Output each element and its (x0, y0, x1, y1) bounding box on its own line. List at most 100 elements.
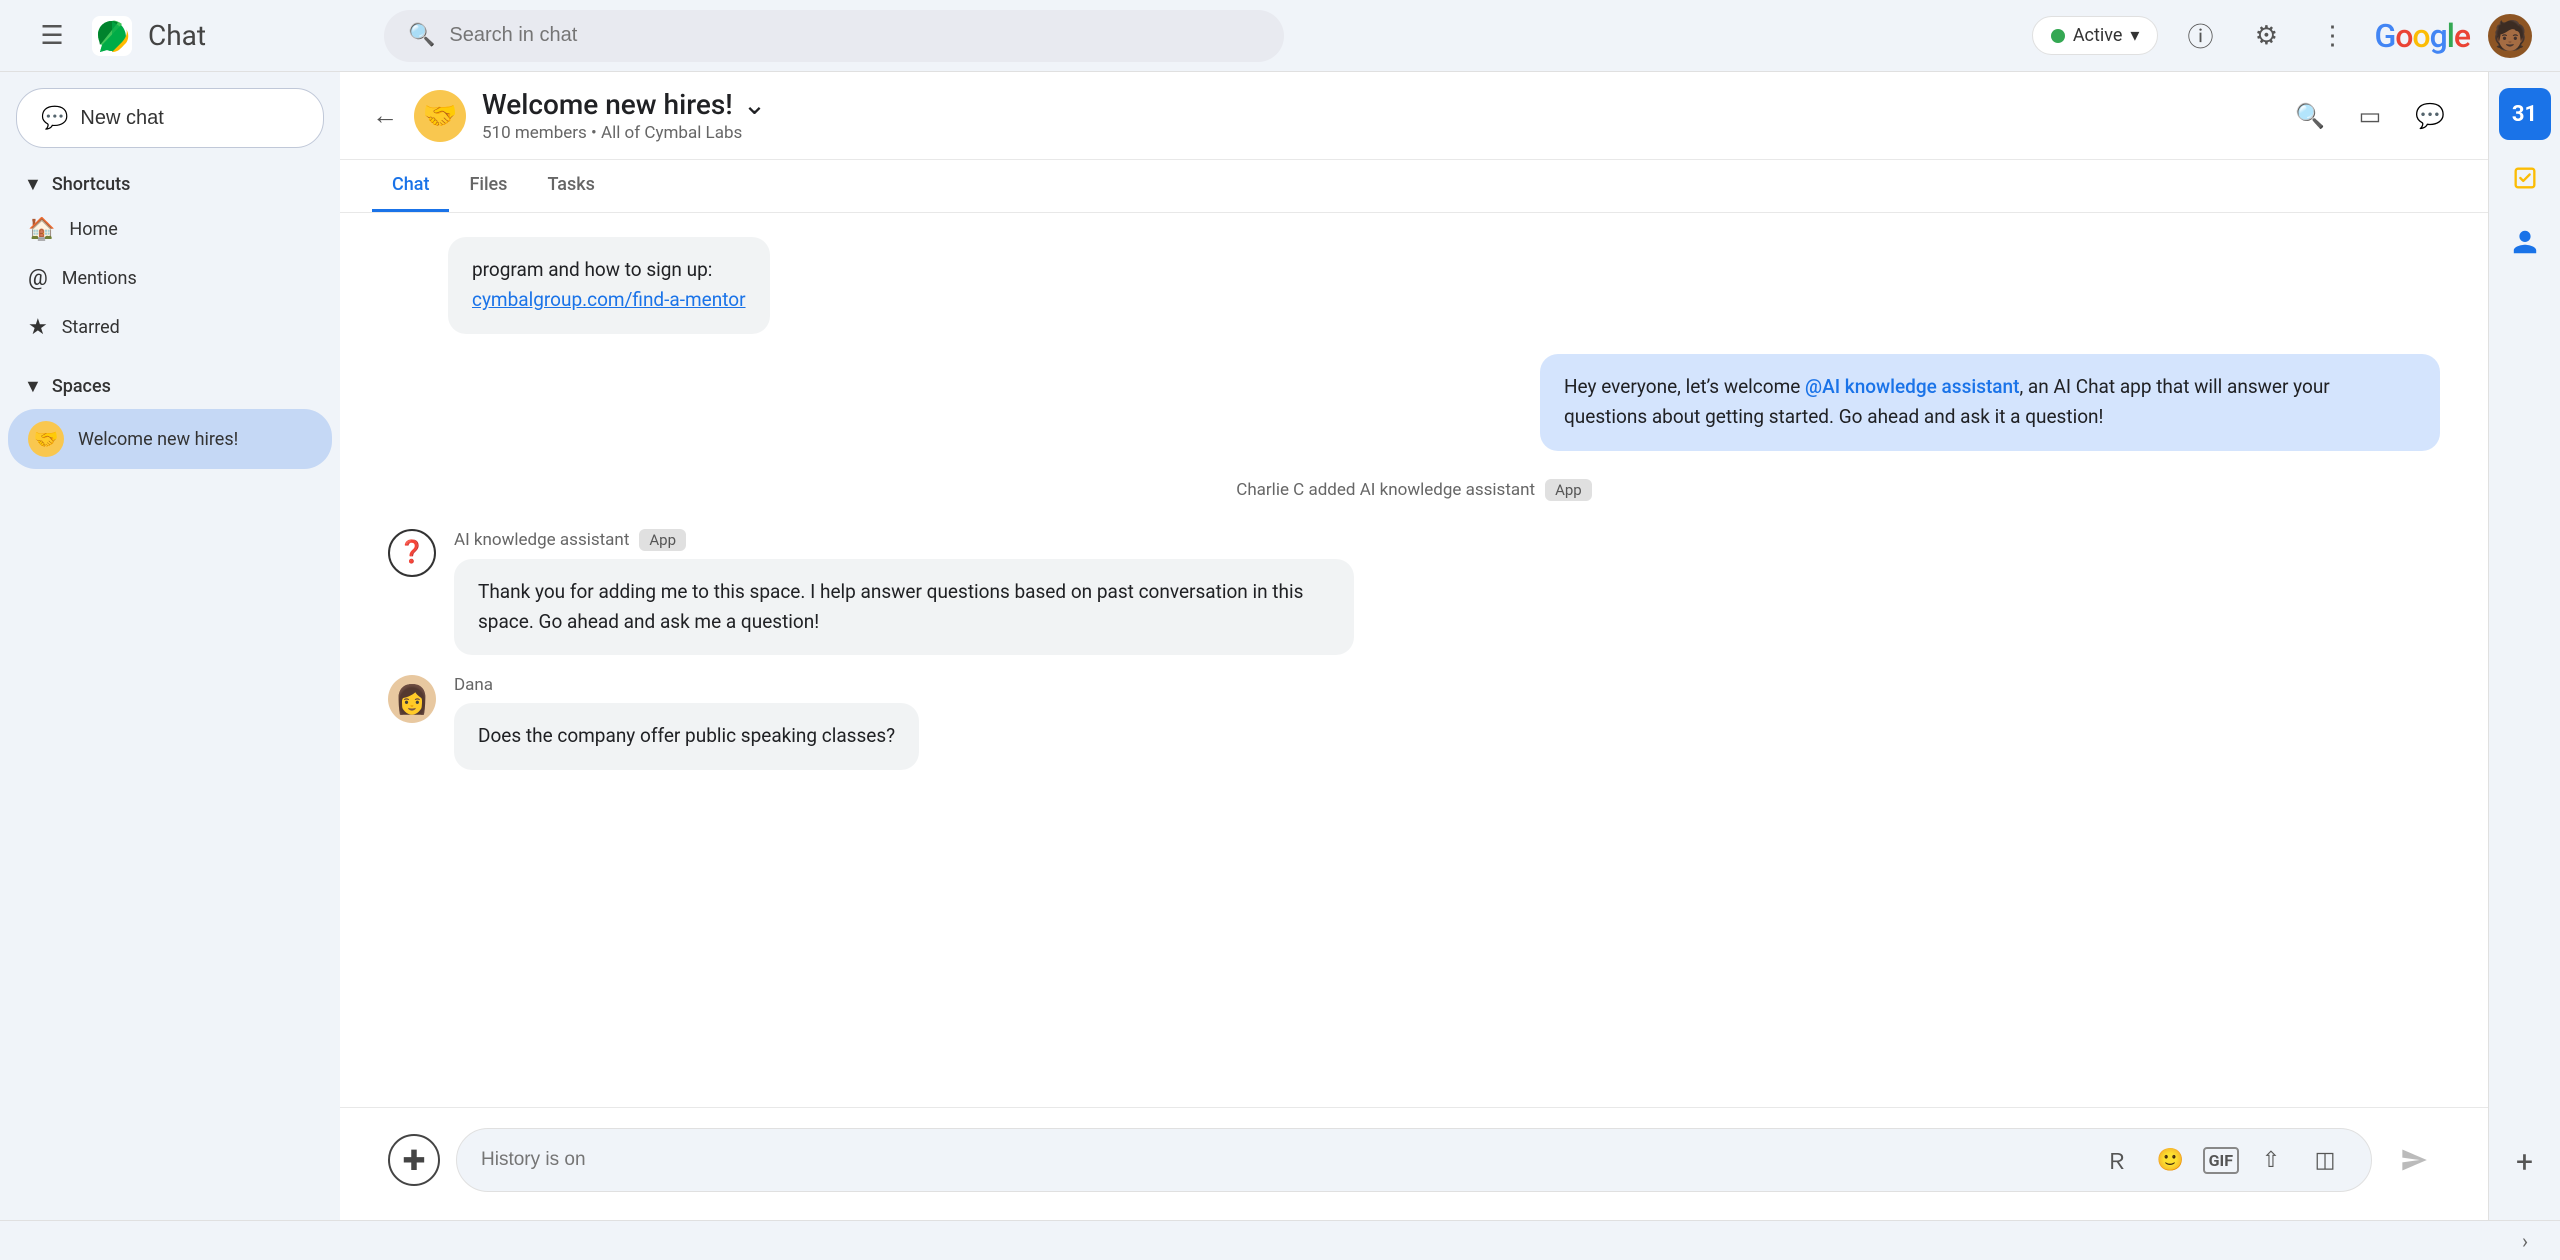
home-label: Home (69, 219, 117, 240)
spaces-list: 🤝 Welcome new hires! (0, 409, 340, 469)
tab-chat[interactable]: Chat (372, 160, 449, 212)
partial-text: program and how to sign up: (472, 258, 712, 281)
top-bar-left: ☰ Chat (28, 12, 368, 60)
ai-sender: AI knowledge assistant App (454, 529, 1354, 551)
ai-app-tag: App (639, 529, 686, 551)
apps-grid-icon[interactable]: ⋮ (2308, 12, 2356, 60)
search-input[interactable] (449, 24, 1260, 47)
dana-msg-content: Dana Does the company offer public speak… (454, 675, 919, 769)
chat-header-info: Welcome new hires! ⌄ 510 members • All o… (482, 88, 766, 143)
message-input[interactable] (481, 1149, 2079, 1171)
emoji-icon[interactable]: 🙂 (2149, 1138, 2193, 1182)
starred-icon: ★ (28, 315, 48, 340)
spaces-section-header[interactable]: ▼ Spaces (0, 364, 340, 409)
back-button[interactable]: ← (372, 100, 398, 131)
bottom-bar: › (0, 1220, 2560, 1260)
shortcuts-label: Shortcuts (52, 174, 131, 195)
system-message: Charlie C added AI knowledge assistant A… (388, 471, 2440, 509)
input-box[interactable]: Ｒ 🙂 GIF ⇧ ◫ (456, 1128, 2372, 1192)
google-logo: Google (2374, 17, 2470, 55)
sidebar-item-mentions[interactable]: @ Mentions (8, 254, 332, 303)
dana-message-row: 👩 Dana Does the company offer public spe… (388, 675, 2440, 769)
gif-icon[interactable]: GIF (2203, 1147, 2239, 1174)
welcome-space-emoji: 🤝 (28, 421, 64, 457)
bottom-chevron-icon[interactable]: › (2522, 1229, 2528, 1253)
input-area: ✚ Ｒ 🙂 GIF ⇧ ◫ (340, 1107, 2488, 1220)
app-tag-system: App (1545, 479, 1592, 501)
user-avatar[interactable]: 🧑🏾 (2488, 14, 2532, 58)
app-name-label: Chat (148, 19, 206, 52)
mentor-link[interactable]: cymbalgroup.com/find-a-mentor (472, 288, 746, 311)
sidebar-item-welcome-space[interactable]: 🤝 Welcome new hires! (8, 409, 332, 469)
chat-subtitle: 510 members • All of Cymbal Labs (482, 123, 766, 143)
ai-sender-name: AI knowledge assistant (454, 530, 629, 550)
settings-icon[interactable]: ⚙ (2242, 12, 2290, 60)
calendar-icon[interactable]: 31 (2499, 88, 2551, 140)
system-text: Charlie C added AI knowledge assistant (1236, 480, 1535, 500)
upload-icon[interactable]: ⇧ (2249, 1138, 2293, 1182)
shortcuts-chevron-icon: ▼ (24, 174, 42, 195)
send-button[interactable] (2388, 1134, 2440, 1186)
video-call-button[interactable]: ▭ (2344, 90, 2396, 142)
active-dot (2051, 29, 2065, 43)
people-icon[interactable] (2499, 216, 2551, 268)
messages-area: program and how to sign up: cymbalgroup.… (340, 213, 2488, 1107)
main-layout: 💬 New chat ▼ Shortcuts 🏠 Home @ Mentions… (0, 72, 2560, 1220)
new-chat-button[interactable]: 💬 New chat (16, 88, 324, 148)
message-group-user: Hey everyone, let’s welcome @AI knowledg… (388, 354, 2440, 451)
mentions-label: Mentions (62, 268, 137, 289)
shortcuts-header[interactable]: ▼ Shortcuts (8, 164, 332, 205)
tasks-icon[interactable] (2499, 152, 2551, 204)
dana-sender-name: Dana (454, 675, 493, 695)
chat-title-text: Welcome new hires! (482, 88, 733, 121)
video-add-icon[interactable]: ◫ (2303, 1138, 2347, 1182)
add-widget-button[interactable]: + (2499, 1136, 2551, 1188)
threads-button[interactable]: 💬 (2404, 90, 2456, 142)
help-icon[interactable]: ⓘ (2176, 12, 2224, 60)
search-icon: 🔍 (408, 23, 435, 48)
spaces-label: Spaces (52, 376, 111, 397)
home-icon: 🏠 (28, 217, 55, 242)
top-bar: ☰ Chat 🔍 Active ▾ ⓘ ⚙ ⋮ Go (0, 0, 2560, 72)
chat-header-left: ← 🤝 Welcome new hires! ⌄ 510 members • A… (372, 88, 2264, 143)
message-bubble-partial: program and how to sign up: cymbalgroup.… (448, 237, 770, 334)
mentions-icon: @ (28, 266, 48, 291)
ai-message-bubble: Thank you for adding me to this space. I… (454, 559, 1354, 656)
new-chat-label: New chat (80, 107, 163, 130)
members-count: 510 members (482, 123, 587, 143)
starred-label: Starred (62, 317, 120, 338)
input-actions: Ｒ 🙂 GIF ⇧ ◫ (2095, 1138, 2347, 1182)
shortcuts-section: ▼ Shortcuts 🏠 Home @ Mentions ★ Starred (0, 164, 340, 352)
top-bar-right: Active ▾ ⓘ ⚙ ⋮ Google 🧑🏾 (2032, 12, 2532, 60)
sidebar-item-home[interactable]: 🏠 Home (8, 205, 332, 254)
sidebar-item-starred[interactable]: ★ Starred (8, 303, 332, 352)
message-bubble-user: Hey everyone, let’s welcome @AI knowledg… (1540, 354, 2440, 451)
message-group-partial: program and how to sign up: cymbalgroup.… (388, 237, 2440, 334)
ai-message-row: ❓ AI knowledge assistant App Thank you f… (388, 529, 2440, 656)
msg-prefix: Hey everyone, let’s welcome (1564, 375, 1805, 398)
format-text-icon[interactable]: Ｒ (2095, 1138, 2139, 1182)
tab-tasks[interactable]: Tasks (527, 160, 614, 212)
search-bar[interactable]: 🔍 (384, 10, 1284, 62)
chat-title[interactable]: Welcome new hires! ⌄ (482, 88, 766, 121)
chat-tabs: Chat Files Tasks (340, 160, 2488, 213)
ai-msg-content: AI knowledge assistant App Thank you for… (454, 529, 1354, 656)
dana-avatar: 👩 (388, 675, 436, 723)
add-widget-area: + (2499, 1136, 2551, 1188)
active-status-badge[interactable]: Active ▾ (2032, 16, 2159, 55)
ai-mention: @AI knowledge assistant (1805, 375, 2019, 398)
dana-message-bubble: Does the company offer public speaking c… (454, 703, 919, 769)
chat-header: ← 🤝 Welcome new hires! ⌄ 510 members • A… (340, 72, 2488, 160)
search-chat-button[interactable]: 🔍 (2284, 90, 2336, 142)
hamburger-menu-icon[interactable]: ☰ (28, 12, 76, 60)
app-logo (90, 14, 134, 58)
add-attachment-button[interactable]: ✚ (388, 1134, 440, 1186)
sidebar: 💬 New chat ▼ Shortcuts 🏠 Home @ Mentions… (0, 72, 340, 1220)
welcome-space-label: Welcome new hires! (78, 429, 238, 450)
tab-files[interactable]: Files (449, 160, 527, 212)
ai-avatar: ❓ (388, 529, 436, 577)
dana-sender: Dana (454, 675, 919, 695)
active-chevron-icon: ▾ (2130, 25, 2139, 46)
space-avatar: 🤝 (414, 90, 466, 142)
chat-header-actions: 🔍 ▭ 💬 (2284, 90, 2456, 142)
